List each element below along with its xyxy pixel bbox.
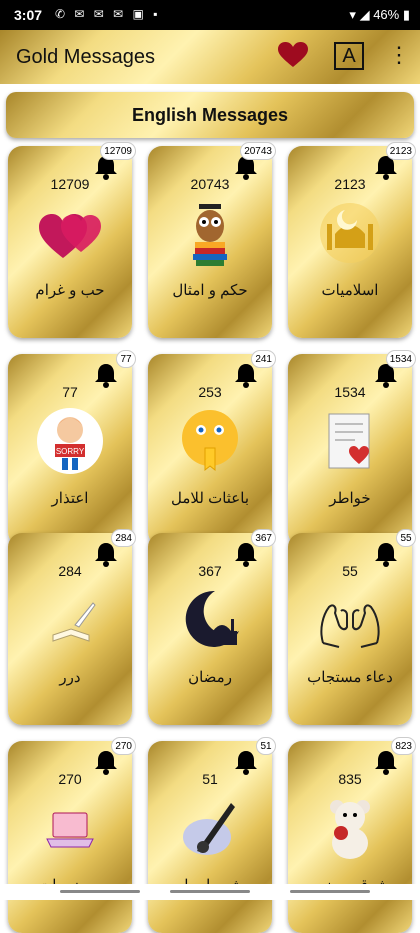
- notification-badge: 241: [251, 350, 276, 368]
- category-card[interactable]: 20743 20743 حكم و امثال: [148, 142, 276, 338]
- category-label: حكم و امثال: [172, 282, 248, 299]
- notification-badge: 20743: [240, 142, 276, 160]
- status-right: ▾ ◢ 46% ▮: [349, 7, 410, 23]
- font-size-button[interactable]: A: [334, 42, 364, 70]
- message-count: 253: [198, 384, 222, 400]
- nav-pill-left: [60, 890, 140, 893]
- category-card[interactable]: 367 367 رمضان: [148, 529, 276, 725]
- category-card[interactable]: 241 253 باعثات للامل: [148, 350, 276, 546]
- status-bar: 3:07 ✆ ✉ ✉ ✉ ▣ ▪ ▾ ◢ 46% ▮: [0, 0, 420, 30]
- battery-text: 46%: [373, 7, 400, 22]
- message-count: 835: [338, 771, 362, 787]
- category-label: حب و غرام: [35, 282, 105, 299]
- book-quill-icon: [35, 585, 105, 655]
- category-card[interactable]: 55 55 دعاء مستجاب: [288, 529, 416, 725]
- notification-badge: 51: [256, 737, 276, 755]
- notification-badge: 284: [111, 529, 136, 547]
- category-card[interactable]: 12709 12709 حب و غرام: [8, 142, 136, 338]
- category-label: اسلاميات: [321, 282, 379, 299]
- category-label: اعتذار: [51, 490, 89, 507]
- heart-icon: [278, 42, 308, 67]
- category-card[interactable]: 823835شوق و حنين: [288, 737, 416, 933]
- sorry-boy-icon: SORRY: [35, 406, 105, 476]
- message-count: 12709: [50, 176, 90, 192]
- message-count: 51: [202, 771, 218, 787]
- category-label: درر: [59, 669, 81, 686]
- category-label: خواطر: [329, 490, 371, 507]
- wifi-icon: ▾: [349, 7, 356, 22]
- message-count: 270: [58, 771, 82, 787]
- two-hearts-icon: [35, 198, 105, 268]
- category-label: باعثات للامل: [171, 490, 249, 507]
- owl-books-icon: [175, 198, 245, 268]
- signal-icon: ◢: [359, 7, 370, 22]
- notification-badge: 77: [116, 350, 136, 368]
- app-title: Gold Messages: [16, 46, 155, 68]
- category-card[interactable]: 270270رومنسيات: [8, 737, 136, 933]
- notification-badge: 823: [391, 737, 416, 755]
- crescent-moon-icon: [175, 585, 245, 655]
- category-card[interactable]: 284 284 درر: [8, 529, 136, 725]
- letter-heart-icon: [315, 406, 385, 476]
- category-card[interactable]: 77 77 SORRY اعتذار: [8, 350, 136, 546]
- notification-badge: 1534: [385, 350, 416, 368]
- message-count: 284: [58, 563, 82, 579]
- favorites-heart-button[interactable]: [278, 42, 308, 68]
- category-card[interactable]: 5151شعر اصيل: [148, 737, 276, 933]
- status-time: 3:07: [14, 7, 43, 23]
- message-count: 1534: [334, 384, 366, 400]
- teddy-bear-rose-icon: [315, 793, 385, 863]
- praying-hands-icon: [315, 585, 385, 655]
- notification-badge: 55: [396, 529, 416, 547]
- quill-pen-icon: [175, 793, 245, 863]
- notification-badge: 12709: [100, 142, 136, 160]
- notification-badge: 270: [111, 737, 136, 755]
- category-label: رمضان: [188, 669, 232, 686]
- praying-emoji-icon: [175, 406, 245, 476]
- notification-icons: ✆ ✉ ✉ ✉ ▣ ▪: [55, 7, 161, 21]
- category-card[interactable]: 1534 1534 خواطر: [288, 350, 416, 546]
- message-count: 2123: [334, 176, 366, 192]
- notification-badge: 367: [251, 529, 276, 547]
- navigation-bar: [0, 884, 420, 900]
- english-messages-button[interactable]: English Messages: [6, 92, 414, 138]
- notification-badge: 2123: [385, 142, 416, 160]
- nav-pill-right: [290, 890, 370, 893]
- category-label: دعاء مستجاب: [307, 669, 393, 686]
- mosque-icon: [315, 198, 385, 268]
- message-count: 77: [62, 384, 78, 400]
- message-count: 367: [198, 563, 222, 579]
- laptop-icon: [35, 793, 105, 863]
- nav-pill-center: [170, 890, 250, 893]
- message-count: 20743: [190, 176, 230, 192]
- overflow-menu-icon[interactable]: ⋮: [388, 43, 410, 69]
- message-count: 55: [342, 563, 358, 579]
- svg-text:SORRY: SORRY: [56, 447, 85, 456]
- battery-icon: ▮: [402, 7, 410, 22]
- category-card[interactable]: 2123 2123 اسلاميات: [288, 142, 416, 338]
